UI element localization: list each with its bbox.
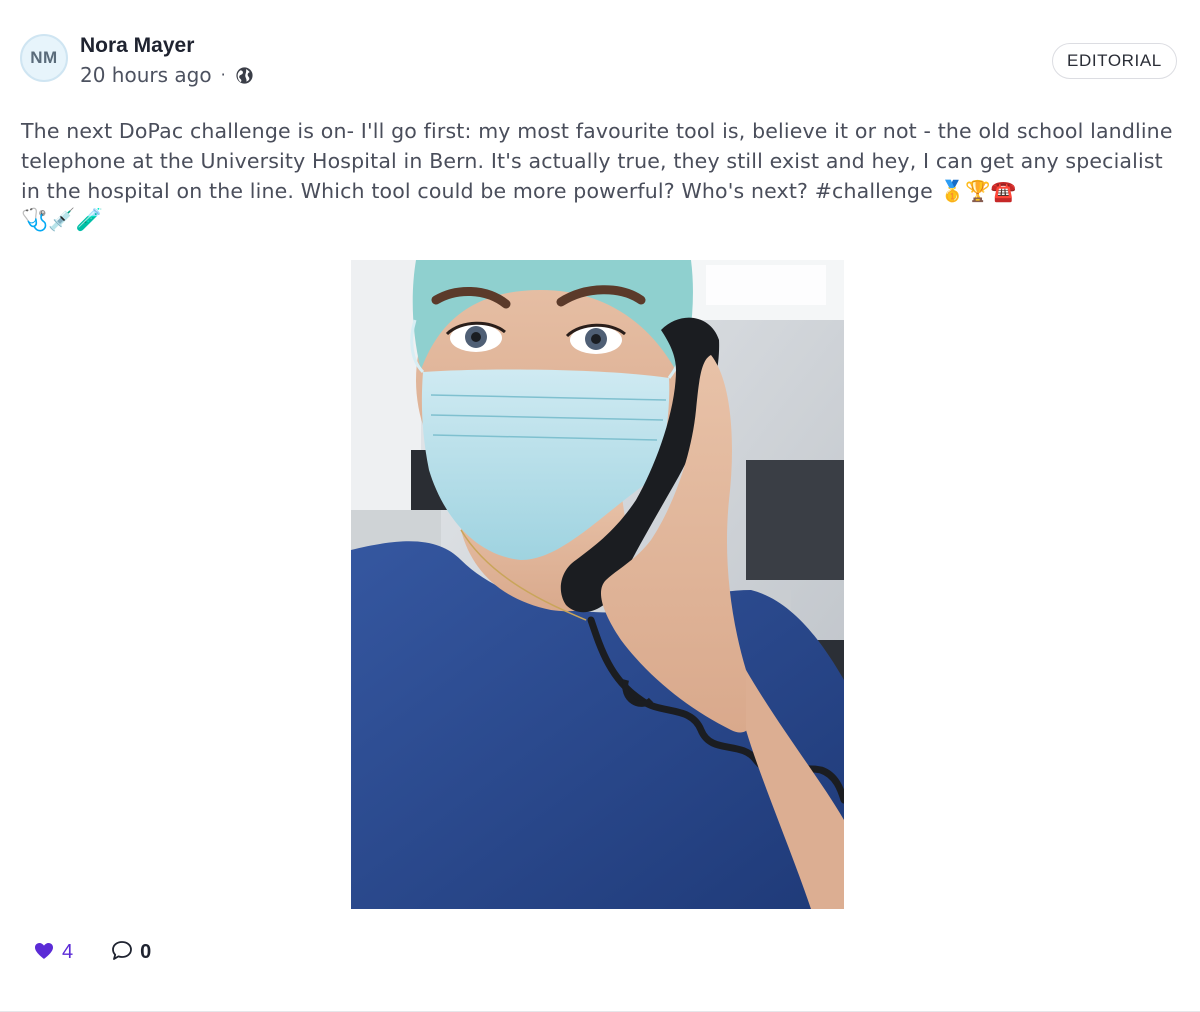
post-header: NM Nora Mayer 20 hours ago · [20,34,254,87]
post-text: The next DoPac challenge is on- I'll go … [21,119,1173,203]
speech-bubble-icon [111,940,133,965]
post-meta: 20 hours ago · [80,63,254,87]
editorial-badge: EDITORIAL [1052,43,1177,79]
post-photo[interactable] [351,260,844,909]
photo-illustration [351,260,844,909]
author-block: Nora Mayer 20 hours ago · [80,34,254,87]
like-button[interactable]: 4 [34,941,73,964]
like-count: 4 [62,941,74,963]
post-timestamp: 20 hours ago [80,63,212,87]
meta-separator: · [220,65,226,84]
heart-icon [34,942,54,964]
reaction-bar: 4 0 [34,940,151,965]
author-name[interactable]: Nora Mayer [80,34,254,58]
avatar[interactable]: NM [20,34,68,82]
globe-icon [235,66,254,85]
comment-count: 0 [140,941,152,963]
post-text-emojis: 🩺💉🧪 [21,208,104,233]
post-card: NM Nora Mayer 20 hours ago · EDITORIAL T… [0,0,1200,1012]
comment-button[interactable]: 0 [111,940,151,965]
